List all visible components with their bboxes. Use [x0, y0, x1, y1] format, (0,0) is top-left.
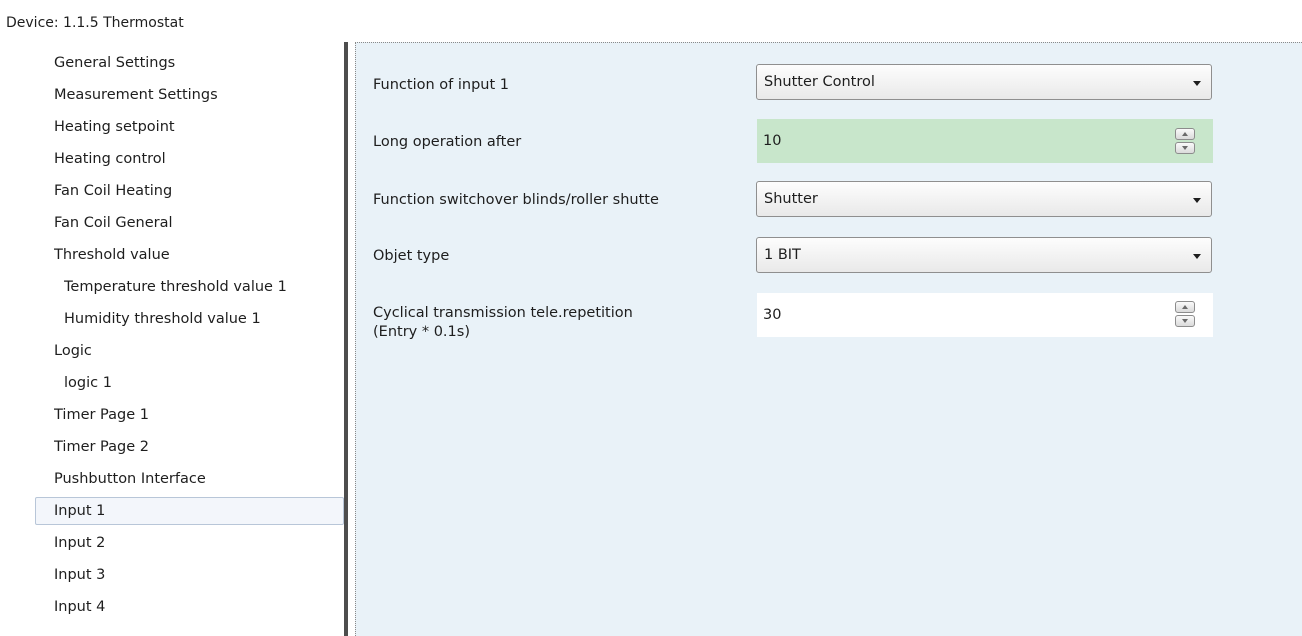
sidebar-item-input-2[interactable]: Input 2	[54, 529, 342, 557]
sidebar-item-threshold-value[interactable]: Threshold value	[54, 241, 342, 269]
cyclical-transmission-spinbox	[757, 293, 1213, 337]
spin-down-button[interactable]	[1175, 142, 1195, 154]
sidebar-item-humidity-threshold-value-1[interactable]: Humidity threshold value 1	[64, 305, 343, 333]
chevron-down-icon	[1193, 81, 1201, 86]
window-title: Device: 1.1.5 Thermostat	[6, 15, 184, 31]
long-operation-spinbox	[757, 119, 1213, 163]
sidebar-item-logic[interactable]: Logic	[54, 337, 342, 365]
sidebar-item-general-settings[interactable]: General Settings	[54, 49, 342, 77]
cyclical-transmission-label: Cyclical transmission tele.repetition	[373, 305, 633, 321]
switchover-label: Function switchover blinds/roller shutte	[373, 192, 659, 208]
sidebar-item-input-4[interactable]: Input 4	[54, 593, 342, 621]
function-of-input-label: Function of input 1	[373, 77, 510, 93]
cyclical-transmission-input[interactable]	[757, 293, 1167, 337]
long-operation-label: Long operation after	[373, 134, 522, 150]
spin-up-button[interactable]	[1175, 128, 1195, 140]
spin-up-button[interactable]	[1175, 301, 1195, 313]
panel-splitter[interactable]	[344, 42, 348, 636]
sidebar-item-temperature-threshold-value-1[interactable]: Temperature threshold value 1	[64, 273, 343, 301]
cyclical-transmission-sublabel: (Entry * 0.1s)	[373, 324, 470, 340]
sidebar-item-fan-coil-heating[interactable]: Fan Coil Heating	[54, 177, 342, 205]
switchover-select[interactable]: Shutter	[756, 181, 1212, 217]
chevron-down-icon	[1193, 254, 1201, 259]
sidebar-item-input-1[interactable]: Input 1	[35, 497, 344, 525]
parameter-panel: Function of input 1 Shutter Control Long…	[355, 42, 1302, 636]
sidebar-item-measurement-settings[interactable]: Measurement Settings	[54, 81, 342, 109]
sidebar-item-logic-1[interactable]: logic 1	[64, 369, 343, 397]
arrow-down-icon	[1182, 319, 1188, 323]
spin-down-button[interactable]	[1175, 315, 1195, 327]
function-of-input-select[interactable]: Shutter Control	[756, 64, 1212, 100]
object-type-label: Objet type	[373, 248, 450, 264]
arrow-up-icon	[1182, 305, 1188, 309]
sidebar-item-input-3[interactable]: Input 3	[54, 561, 342, 589]
sidebar-item-pushbutton-interface[interactable]: Pushbutton Interface	[54, 465, 342, 493]
sidebar: General Settings Measurement Settings He…	[0, 42, 344, 636]
object-type-select[interactable]: 1 BIT	[756, 237, 1212, 273]
chevron-down-icon	[1193, 198, 1201, 203]
sidebar-item-timer-page-2[interactable]: Timer Page 2	[54, 433, 342, 461]
long-operation-input[interactable]	[757, 119, 1167, 163]
sidebar-item-timer-page-1[interactable]: Timer Page 1	[54, 401, 342, 429]
switchover-value: Shutter	[764, 191, 818, 207]
sidebar-item-fan-coil-general[interactable]: Fan Coil General	[54, 209, 342, 237]
object-type-value: 1 BIT	[764, 247, 801, 263]
arrow-up-icon	[1182, 132, 1188, 136]
function-of-input-value: Shutter Control	[764, 74, 875, 90]
device-window: Device: 1.1.5 Thermostat General Setting…	[0, 0, 1302, 636]
arrow-down-icon	[1182, 146, 1188, 150]
sidebar-item-heating-setpoint[interactable]: Heating setpoint	[54, 113, 342, 141]
sidebar-item-heating-control[interactable]: Heating control	[54, 145, 342, 173]
